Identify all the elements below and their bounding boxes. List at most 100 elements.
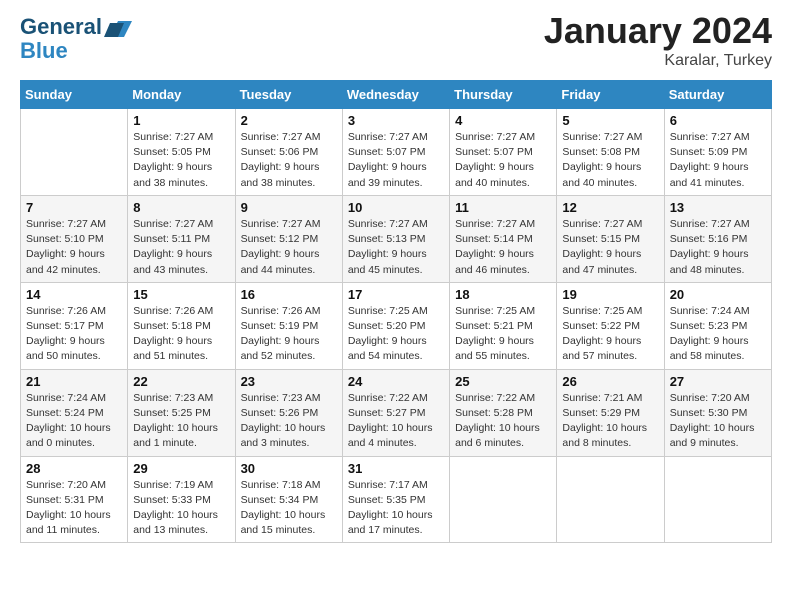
calendar-cell: 20 Sunrise: 7:24 AM Sunset: 5:23 PM Dayli…: [664, 282, 771, 369]
day-number: 18: [455, 287, 551, 302]
day-info: Sunrise: 7:27 AM Sunset: 5:06 PM Dayligh…: [241, 130, 337, 191]
calendar-cell: 19Sunrise: 7:25 AM Sunset: 5:22 PM Dayli…: [557, 282, 664, 369]
day-info: Sunrise: 7:17 AM Sunset: 5:35 PM Dayligh…: [348, 478, 444, 539]
calendar-cell: 25Sunrise: 7:22 AM Sunset: 5:28 PM Dayli…: [450, 369, 557, 456]
day-number: 13: [670, 200, 766, 215]
day-info: Sunrise: 7:23 AM Sunset: 5:25 PM Dayligh…: [133, 391, 229, 452]
day-number: 27: [670, 374, 766, 389]
day-number: 26: [562, 374, 658, 389]
calendar-cell: 26 Sunrise: 7:21 AM Sunset: 5:29 PM Dayli…: [557, 369, 664, 456]
calendar-cell: 6 Sunrise: 7:27 AM Sunset: 5:09 PM Daylig…: [664, 109, 771, 196]
day-number: 23: [241, 374, 337, 389]
calendar-cell: 13Sunrise: 7:27 AM Sunset: 5:16 PM Dayli…: [664, 195, 771, 282]
day-info: Sunrise: 7:20 AM Sunset: 5:31 PM Dayligh…: [26, 478, 122, 539]
day-number: 15: [133, 287, 229, 302]
calendar-cell: [664, 456, 771, 543]
calendar-cell: 24 Sunrise: 7:22 AM Sunset: 5:27 PM Dayli…: [342, 369, 449, 456]
day-number: 1: [133, 113, 229, 128]
day-info: Sunrise: 7:22 AM Sunset: 5:27 PM Dayligh…: [348, 391, 444, 452]
header-thursday: Thursday: [450, 81, 557, 109]
logo: General Blue: [20, 15, 132, 63]
day-info: Sunrise: 7:27 AM Sunset: 5:12 PM Dayligh…: [241, 217, 337, 278]
day-info: Sunrise: 7:27 AM Sunset: 5:10 PM Dayligh…: [26, 217, 122, 278]
calendar-cell: 27 Sunrise: 7:20 AM Sunset: 5:30 PM Dayli…: [664, 369, 771, 456]
calendar-cell: 7 Sunrise: 7:27 AM Sunset: 5:10 PM Daylig…: [21, 195, 128, 282]
calendar-cell: 3Sunrise: 7:27 AM Sunset: 5:07 PM Daylig…: [342, 109, 449, 196]
logo-blue: Blue: [20, 39, 132, 63]
week-row-1: 1Sunrise: 7:27 AM Sunset: 5:05 PM Daylig…: [21, 109, 772, 196]
day-number: 31: [348, 461, 444, 476]
calendar-cell: 4 Sunrise: 7:27 AM Sunset: 5:07 PM Daylig…: [450, 109, 557, 196]
calendar-cell: 9Sunrise: 7:27 AM Sunset: 5:12 PM Daylig…: [235, 195, 342, 282]
day-info: Sunrise: 7:24 AM Sunset: 5:24 PM Dayligh…: [26, 391, 122, 452]
header-friday: Friday: [557, 81, 664, 109]
day-number: 28: [26, 461, 122, 476]
month-title: January 2024: [544, 10, 772, 52]
header-monday: Monday: [128, 81, 235, 109]
calendar-cell: 10 Sunrise: 7:27 AM Sunset: 5:13 PM Dayli…: [342, 195, 449, 282]
calendar-table: SundayMondayTuesdayWednesdayThursdayFrid…: [20, 80, 772, 543]
week-row-2: 7 Sunrise: 7:27 AM Sunset: 5:10 PM Daylig…: [21, 195, 772, 282]
calendar-cell: 28 Sunrise: 7:20 AM Sunset: 5:31 PM Dayli…: [21, 456, 128, 543]
calendar-header-row: SundayMondayTuesdayWednesdayThursdayFrid…: [21, 81, 772, 109]
header-wednesday: Wednesday: [342, 81, 449, 109]
day-number: 14: [26, 287, 122, 302]
day-info: Sunrise: 7:19 AM Sunset: 5:33 PM Dayligh…: [133, 478, 229, 539]
calendar-cell: [557, 456, 664, 543]
day-info: Sunrise: 7:25 AM Sunset: 5:22 PM Dayligh…: [562, 304, 658, 365]
day-number: 6: [670, 113, 766, 128]
day-number: 24: [348, 374, 444, 389]
day-info: Sunrise: 7:26 AM Sunset: 5:18 PM Dayligh…: [133, 304, 229, 365]
calendar-cell: 16 Sunrise: 7:26 AM Sunset: 5:19 PM Dayli…: [235, 282, 342, 369]
day-info: Sunrise: 7:27 AM Sunset: 5:14 PM Dayligh…: [455, 217, 551, 278]
day-number: 11: [455, 200, 551, 215]
day-number: 7: [26, 200, 122, 215]
day-number: 21: [26, 374, 122, 389]
day-number: 10: [348, 200, 444, 215]
day-number: 29: [133, 461, 229, 476]
calendar-cell: 5Sunrise: 7:27 AM Sunset: 5:08 PM Daylig…: [557, 109, 664, 196]
calendar-cell: 15 Sunrise: 7:26 AM Sunset: 5:18 PM Dayli…: [128, 282, 235, 369]
day-info: Sunrise: 7:26 AM Sunset: 5:19 PM Dayligh…: [241, 304, 337, 365]
calendar-cell: 30Sunrise: 7:18 AM Sunset: 5:34 PM Dayli…: [235, 456, 342, 543]
day-info: Sunrise: 7:23 AM Sunset: 5:26 PM Dayligh…: [241, 391, 337, 452]
calendar-cell: 14 Sunrise: 7:26 AM Sunset: 5:17 PM Dayli…: [21, 282, 128, 369]
day-info: Sunrise: 7:24 AM Sunset: 5:23 PM Dayligh…: [670, 304, 766, 365]
calendar-cell: 29 Sunrise: 7:19 AM Sunset: 5:33 PM Dayli…: [128, 456, 235, 543]
calendar-cell: 11 Sunrise: 7:27 AM Sunset: 5:14 PM Dayli…: [450, 195, 557, 282]
calendar-cell: [21, 109, 128, 196]
day-number: 25: [455, 374, 551, 389]
title-block: January 2024 Karalar, Turkey: [544, 10, 772, 70]
header-saturday: Saturday: [664, 81, 771, 109]
day-number: 20: [670, 287, 766, 302]
day-info: Sunrise: 7:18 AM Sunset: 5:34 PM Dayligh…: [241, 478, 337, 539]
page-header: General Blue January 2024 Karalar, Turke…: [20, 10, 772, 70]
day-number: 22: [133, 374, 229, 389]
header-sunday: Sunday: [21, 81, 128, 109]
day-number: 8: [133, 200, 229, 215]
day-info: Sunrise: 7:27 AM Sunset: 5:13 PM Dayligh…: [348, 217, 444, 278]
calendar-cell: 31 Sunrise: 7:17 AM Sunset: 5:35 PM Dayli…: [342, 456, 449, 543]
calendar-cell: 21 Sunrise: 7:24 AM Sunset: 5:24 PM Dayli…: [21, 369, 128, 456]
day-number: 12: [562, 200, 658, 215]
day-number: 2: [241, 113, 337, 128]
day-info: Sunrise: 7:21 AM Sunset: 5:29 PM Dayligh…: [562, 391, 658, 452]
calendar-cell: 23 Sunrise: 7:23 AM Sunset: 5:26 PM Dayli…: [235, 369, 342, 456]
day-number: 16: [241, 287, 337, 302]
logo-text: General: [20, 15, 132, 39]
week-row-5: 28 Sunrise: 7:20 AM Sunset: 5:31 PM Dayli…: [21, 456, 772, 543]
day-info: Sunrise: 7:27 AM Sunset: 5:07 PM Dayligh…: [348, 130, 444, 191]
day-info: Sunrise: 7:27 AM Sunset: 5:15 PM Dayligh…: [562, 217, 658, 278]
day-number: 5: [562, 113, 658, 128]
day-number: 17: [348, 287, 444, 302]
day-number: 4: [455, 113, 551, 128]
day-info: Sunrise: 7:26 AM Sunset: 5:17 PM Dayligh…: [26, 304, 122, 365]
calendar-cell: 17 Sunrise: 7:25 AM Sunset: 5:20 PM Dayli…: [342, 282, 449, 369]
header-tuesday: Tuesday: [235, 81, 342, 109]
day-info: Sunrise: 7:27 AM Sunset: 5:07 PM Dayligh…: [455, 130, 551, 191]
calendar-cell: 1Sunrise: 7:27 AM Sunset: 5:05 PM Daylig…: [128, 109, 235, 196]
day-info: Sunrise: 7:27 AM Sunset: 5:09 PM Dayligh…: [670, 130, 766, 191]
day-info: Sunrise: 7:20 AM Sunset: 5:30 PM Dayligh…: [670, 391, 766, 452]
day-info: Sunrise: 7:25 AM Sunset: 5:20 PM Dayligh…: [348, 304, 444, 365]
calendar-cell: 2 Sunrise: 7:27 AM Sunset: 5:06 PM Daylig…: [235, 109, 342, 196]
